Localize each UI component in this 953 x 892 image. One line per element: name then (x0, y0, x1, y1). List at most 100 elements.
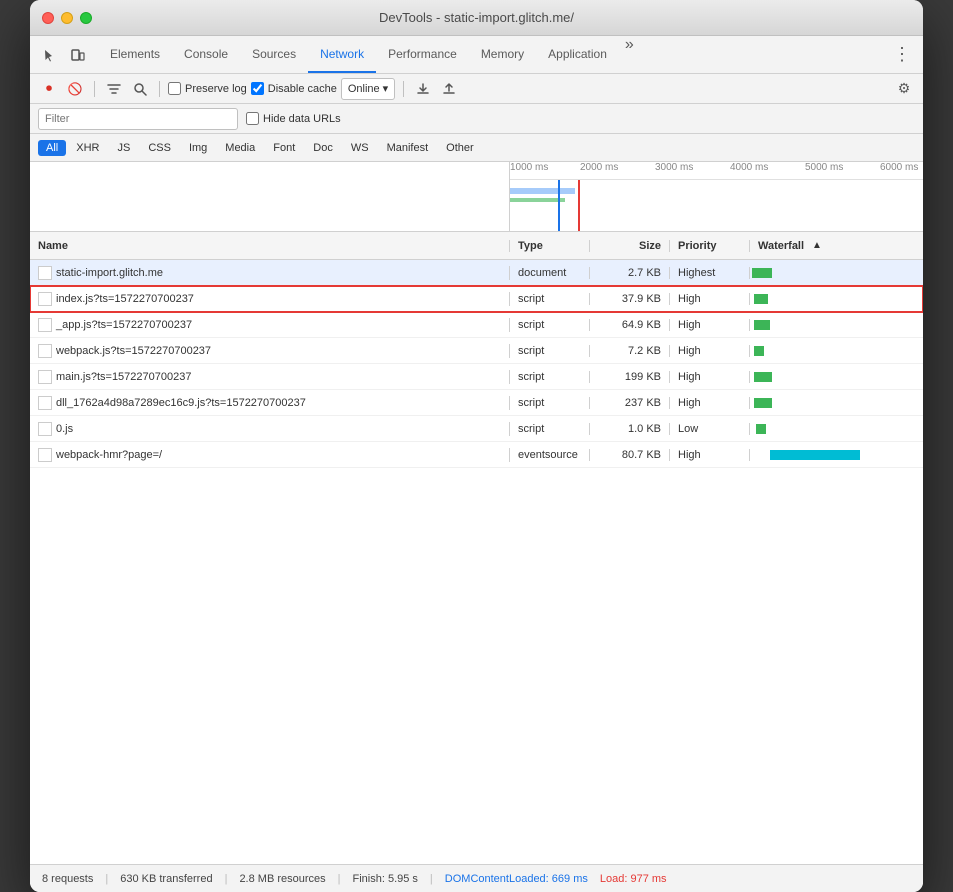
record-button[interactable]: ⏺ (38, 78, 60, 100)
row-file-icon (38, 318, 52, 332)
tab-network[interactable]: Network (308, 36, 376, 73)
table-row[interactable]: webpack.js?ts=1572270700237 script 7.2 K… (30, 338, 923, 364)
export-button[interactable] (438, 78, 460, 100)
filter-img[interactable]: Img (181, 140, 215, 156)
table-row[interactable]: _app.js?ts=1572270700237 script 64.9 KB … (30, 312, 923, 338)
row-waterfall (750, 338, 923, 363)
status-sep-4: | (430, 873, 433, 885)
row-file-icon (38, 266, 52, 280)
filter-other[interactable]: Other (438, 140, 482, 156)
type-filter-bar: All XHR JS CSS Img Media Font Doc WS Man… (30, 134, 923, 162)
hide-data-urls-checkbox[interactable]: Hide data URLs (246, 112, 341, 125)
row-name: main.js?ts=1572270700237 (30, 370, 510, 384)
import-button[interactable] (412, 78, 434, 100)
table-row[interactable]: static-import.glitch.me document 2.7 KB … (30, 260, 923, 286)
row-file-icon (38, 396, 52, 410)
close-button[interactable] (42, 12, 54, 24)
stop-button[interactable]: 🚫 (64, 78, 86, 100)
row-type: document (510, 267, 590, 279)
tab-console[interactable]: Console (172, 36, 240, 73)
row-type: script (510, 371, 590, 383)
filter-css[interactable]: CSS (140, 140, 179, 156)
table-row[interactable]: index.js?ts=1572270700237 script 37.9 KB… (30, 286, 923, 312)
filter-icon[interactable] (103, 78, 125, 100)
waterfall-bar (754, 320, 770, 330)
timeline-blue-line (558, 180, 560, 231)
filter-all[interactable]: All (38, 140, 66, 156)
header-name[interactable]: Name (30, 240, 510, 252)
maximize-button[interactable] (80, 12, 92, 24)
tab-performance[interactable]: Performance (376, 36, 469, 73)
row-type: eventsource (510, 449, 590, 461)
status-bar: 8 requests | 630 KB transferred | 2.8 MB… (30, 864, 923, 892)
row-name: index.js?ts=1572270700237 (30, 292, 510, 306)
settings-button[interactable]: ⚙ (893, 78, 915, 100)
timeline-blue-bar (510, 188, 575, 194)
waterfall-bar (752, 268, 772, 278)
row-name: static-import.glitch.me (30, 266, 510, 280)
row-size: 1.0 KB (590, 423, 670, 435)
table-header: Name Type Size Priority Waterfall ▲ (30, 232, 923, 260)
header-size[interactable]: Size (590, 240, 670, 252)
row-priority: High (670, 293, 750, 305)
header-waterfall[interactable]: Waterfall ▲ (750, 240, 923, 252)
traffic-lights (42, 12, 92, 24)
table-body: static-import.glitch.me document 2.7 KB … (30, 260, 923, 864)
status-sep-3: | (338, 873, 341, 885)
table-row[interactable]: 0.js script 1.0 KB Low (30, 416, 923, 442)
sort-arrow-icon: ▲ (812, 240, 822, 251)
row-file-icon (38, 370, 52, 384)
filter-font[interactable]: Font (265, 140, 303, 156)
filter-js[interactable]: JS (109, 140, 138, 156)
row-name: webpack-hmr?page=/ (30, 448, 510, 462)
search-icon[interactable] (129, 78, 151, 100)
device-icon[interactable] (66, 43, 90, 67)
timeline-mark-1000: 1000 ms (510, 162, 548, 173)
filter-input[interactable] (38, 108, 238, 130)
cursor-icon[interactable] (38, 43, 62, 67)
disable-cache-checkbox[interactable]: Disable cache (251, 82, 337, 95)
row-name: dll_1762a4d98a7289ec16c9.js?ts=157227070… (30, 396, 510, 410)
row-waterfall (750, 416, 923, 441)
timeline-mark-6000: 6000 ms (880, 162, 918, 173)
toolbar-separator-1 (94, 81, 95, 97)
filter-manifest[interactable]: Manifest (379, 140, 437, 156)
minimize-button[interactable] (61, 12, 73, 24)
table-row[interactable]: dll_1762a4d98a7289ec16c9.js?ts=157227070… (30, 390, 923, 416)
devtools-menu-button[interactable]: ⋮ (889, 44, 915, 65)
more-tabs-button[interactable]: » (619, 36, 640, 73)
timeline-red-line (578, 180, 580, 231)
filter-doc[interactable]: Doc (305, 140, 341, 156)
filter-ws[interactable]: WS (343, 140, 377, 156)
network-table: Name Type Size Priority Waterfall ▲ (30, 232, 923, 864)
row-size: 37.9 KB (590, 293, 670, 305)
timeline-mark-5000: 5000 ms (805, 162, 843, 173)
throttle-dropdown[interactable]: Online ▾ (341, 78, 395, 100)
status-load: Load: 977 ms (600, 873, 667, 885)
filter-xhr[interactable]: XHR (68, 140, 107, 156)
row-name: 0.js (30, 422, 510, 436)
status-domcontent: DOMContentLoaded: 669 ms (445, 873, 588, 885)
row-waterfall (750, 312, 923, 337)
preserve-log-checkbox[interactable]: Preserve log (168, 82, 247, 95)
timeline-green-bar (510, 198, 565, 202)
devtools-content: Elements Console Sources Network Perform… (30, 36, 923, 892)
header-type[interactable]: Type (510, 240, 590, 252)
header-priority[interactable]: Priority (670, 240, 750, 252)
table-row[interactable]: webpack-hmr?page=/ eventsource 80.7 KB H… (30, 442, 923, 468)
waterfall-bar (754, 346, 764, 356)
waterfall-bar (754, 294, 768, 304)
tab-sources[interactable]: Sources (240, 36, 308, 73)
tab-elements[interactable]: Elements (98, 36, 172, 73)
row-file-icon (38, 448, 52, 462)
row-priority: High (670, 319, 750, 331)
row-priority: Low (670, 423, 750, 435)
status-sep-1: | (105, 873, 108, 885)
timeline-left-spacer (30, 162, 510, 231)
tab-application[interactable]: Application (536, 36, 619, 73)
title-bar: DevTools - static-import.glitch.me/ (30, 0, 923, 36)
tab-memory[interactable]: Memory (469, 36, 536, 73)
table-row[interactable]: main.js?ts=1572270700237 script 199 KB H… (30, 364, 923, 390)
filter-media[interactable]: Media (217, 140, 263, 156)
row-waterfall (750, 286, 923, 311)
